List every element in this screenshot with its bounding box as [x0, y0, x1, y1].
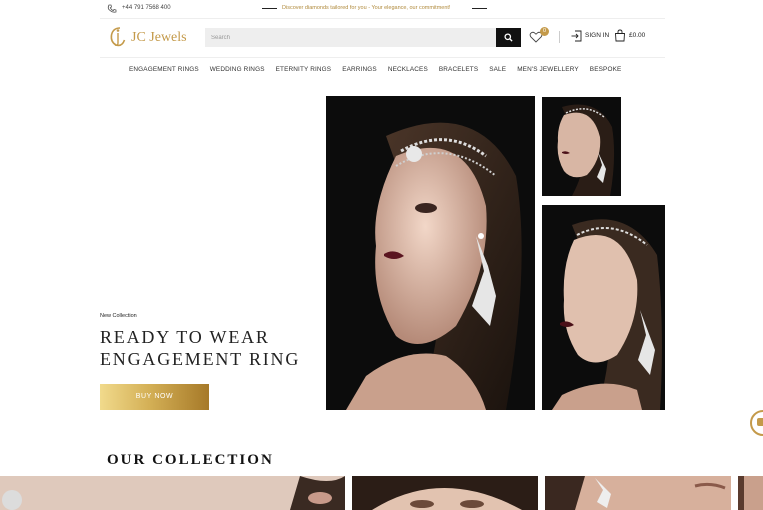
cart-total[interactable]: £0.00 — [629, 32, 645, 39]
main-nav: ENGAGEMENT RINGS WEDDING RINGS ETERNITY … — [129, 66, 621, 73]
collection-item-2-image[interactable] — [352, 476, 538, 510]
promo-divider-right — [472, 8, 487, 9]
hero-image-top-right — [542, 97, 621, 196]
signin-icon[interactable] — [571, 30, 582, 42]
logo-mark-icon[interactable] — [107, 25, 129, 49]
buy-now-button[interactable]: BUY NOW — [100, 384, 209, 410]
promo-divider-left — [262, 8, 277, 9]
hero-image-bottom-right — [542, 205, 665, 410]
collection-item-1-image[interactable] — [0, 476, 345, 510]
phone-number: +44 791 7568 400 — [122, 5, 171, 11]
collection-item-4-image[interactable] — [738, 476, 763, 510]
nav-item-sale[interactable]: SALE — [489, 66, 506, 73]
hero-image-main — [326, 96, 535, 410]
collection-heading: OUR COLLECTION — [107, 452, 274, 468]
search-input[interactable] — [205, 28, 496, 47]
promo-banner-text: Discover diamonds tailored for you - You… — [282, 5, 451, 11]
nav-item-wedding-rings[interactable]: WEDDING RINGS — [210, 66, 265, 73]
nav-item-necklaces[interactable]: NECKLACES — [388, 66, 428, 73]
bag-icon[interactable] — [614, 29, 626, 42]
nav-item-engagement-rings[interactable]: ENGAGEMENT RINGS — [129, 66, 199, 73]
nav-item-eternity-rings[interactable]: ETERNITY RINGS — [276, 66, 332, 73]
nav-divider — [100, 57, 665, 58]
hero-title: READY TO WEAR ENGAGEMENT RING — [100, 326, 300, 370]
nav-item-mens-jewellery[interactable]: MEN'S JEWELLERY — [517, 66, 579, 73]
signin-link[interactable]: SIGN IN — [585, 32, 609, 39]
collection-item-3-image[interactable] — [545, 476, 731, 510]
hero-title-line-2: ENGAGEMENT RING — [100, 349, 301, 369]
nav-item-bracelets[interactable]: BRACELETS — [439, 66, 478, 73]
header-divider — [100, 18, 665, 19]
hero-title-line-1: READY TO WEAR — [100, 327, 270, 347]
logo-text[interactable]: JC Jewels — [131, 30, 187, 46]
search-icon — [504, 33, 513, 42]
nav-item-earrings[interactable]: EARRINGS — [342, 66, 377, 73]
search-button[interactable] — [496, 28, 521, 47]
header-separator — [559, 31, 560, 43]
nav-item-bespoke[interactable]: BESPOKE — [590, 66, 622, 73]
hero-eyebrow: New Collection — [100, 313, 137, 319]
phone-icon — [107, 4, 117, 13]
chat-icon — [757, 418, 763, 426]
wishlist-count-badge: 0 — [540, 27, 549, 36]
